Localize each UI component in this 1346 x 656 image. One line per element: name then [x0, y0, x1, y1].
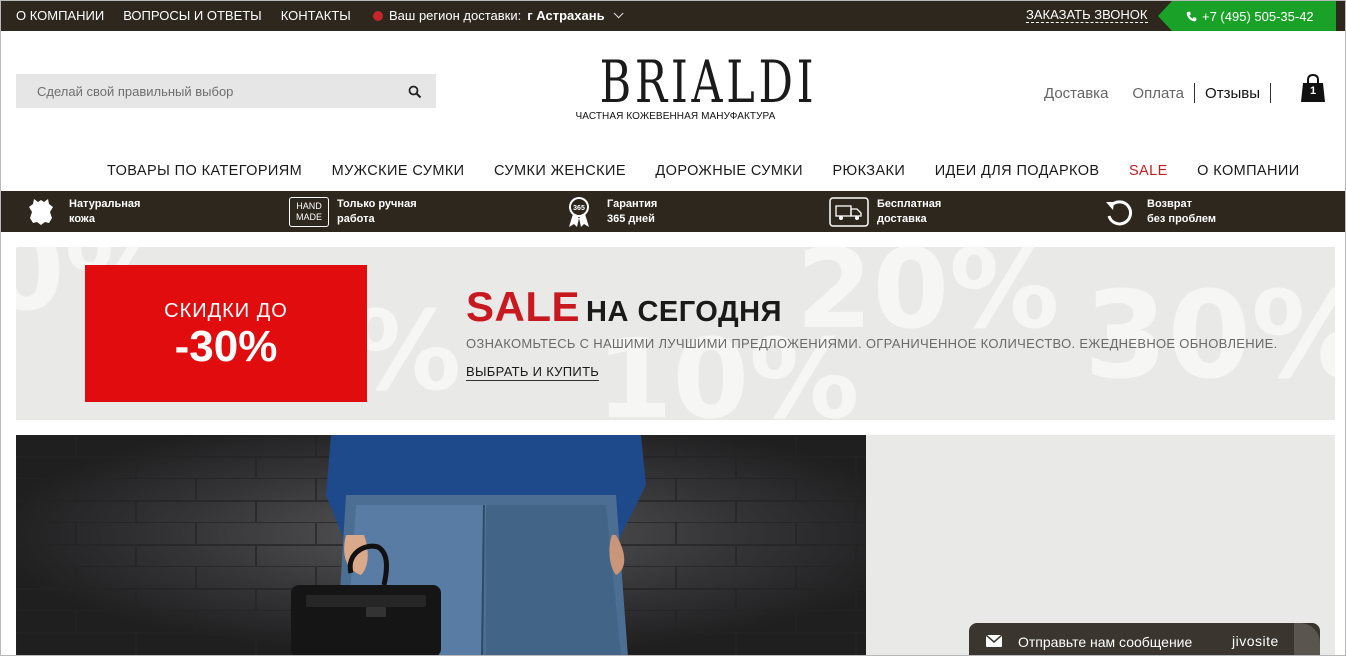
handmade-badge-line1: HAND [296, 201, 322, 211]
banner-bg-number: % [351, 287, 462, 415]
header-links: Доставка Оплата Отзывы [1044, 83, 1281, 103]
site-logo[interactable]: BRIALDI ЧАСТНАЯ КОЖЕВЕННАЯ МАНУФАКТУРА [573, 48, 818, 122]
top-nav-contacts[interactable]: КОНТАКТЫ [281, 8, 351, 23]
search-box [16, 74, 436, 108]
banner-cta-link[interactable]: ВЫБРАТЬ И КУПИТЬ [466, 364, 600, 381]
nav-sale[interactable]: SALE [1129, 163, 1168, 179]
page: О КОМПАНИИ ВОПРОСЫ И ОТВЕТЫ КОНТАКТЫ Ваш… [0, 0, 1346, 656]
feature-warranty: 365 Гарантия 365 дней [559, 197, 657, 227]
nav-about[interactable]: О КОМПАНИИ [1197, 163, 1299, 179]
link-reviews[interactable]: Отзывы [1205, 85, 1260, 102]
warranty-365-icon [569, 197, 589, 227]
feature-return-line2: без проблем [1147, 213, 1216, 225]
nav-mens-bags[interactable]: МУЖСКИЕ СУМКИ [332, 163, 465, 179]
cart-button[interactable]: 1 [1299, 73, 1327, 104]
link-payment[interactable]: Оплата [1132, 85, 1184, 102]
divider [1269, 83, 1271, 103]
chat-label: Отправьте нам сообщение [1018, 634, 1193, 650]
discount-value: -30% [174, 322, 278, 371]
feature-warranty-line2: 365 дней [607, 213, 655, 225]
feature-return: Возврат без проблем [1099, 197, 1216, 227]
nav-womens-bags[interactable]: СУМКИ ЖЕНСКИЕ [494, 163, 626, 179]
callback-link[interactable]: ЗАКАЗАТЬ ЗВОНОК [1026, 8, 1148, 23]
top-bar: О КОМПАНИИ ВОПРОСЫ И ОТВЕТЫ КОНТАКТЫ Ваш… [1, 1, 1345, 31]
banner-title-sale: SALE [466, 283, 581, 330]
handmade-badge-line2: MADE [295, 212, 322, 222]
feature-return-line1: Возврат [1147, 198, 1192, 210]
banner-title: SALE НА СЕГОДНЯ [466, 283, 782, 331]
chat-corner [1294, 623, 1320, 655]
logo-wordmark: BRIALDI [599, 48, 818, 116]
search-input[interactable] [16, 74, 386, 108]
features-bar: Натуральная кожа HAND MADE Только ручная ра… [1, 191, 1345, 232]
region-selector[interactable]: Ваш регион доставки: г Астрахань [373, 8, 624, 23]
main-nav: ТОВАРЫ ПО КАТЕГОРИЯМ МУЖСКИЕ СУМКИ СУМКИ… [107, 163, 1329, 179]
cart-count: 1 [1309, 85, 1317, 97]
search-icon[interactable] [408, 85, 422, 99]
phone-button[interactable]: +7 (495) 505-35-42 [1158, 1, 1336, 31]
phone-number: +7 (495) 505-35-42 [1202, 8, 1314, 24]
feature-leather-line2: кожа [69, 213, 95, 225]
leather-hide-icon [29, 199, 53, 225]
feature-warranty-line1: Гарантия [607, 198, 658, 210]
feature-leather: Натуральная кожа [21, 197, 140, 227]
divider [1194, 83, 1196, 103]
warranty-badge-text: 365 [573, 205, 585, 212]
nav-gift-ideas[interactable]: ИДЕИ ДЛЯ ПОДАРКОВ [935, 163, 1100, 179]
region-label: Ваш регион доставки: [389, 8, 522, 23]
nav-travel-bags[interactable]: ДОРОЖНЫЕ СУМКИ [655, 163, 803, 179]
discount-label: СКИДКИ ДО [164, 300, 288, 322]
chat-widget-button[interactable]: Отправьте нам сообщение jivosite [969, 623, 1320, 655]
feature-leather-line1: Натуральная [69, 198, 141, 210]
region-city[interactable]: г Астрахань [527, 8, 604, 23]
top-nav: О КОМПАНИИ ВОПРОСЫ И ОТВЕТЫ КОНТАКТЫ [16, 8, 351, 23]
nav-categories[interactable]: ТОВАРЫ ПО КАТЕГОРИЯМ [107, 163, 302, 179]
nav-backpacks[interactable]: РЮКЗАКИ [832, 163, 905, 179]
hero-photo [16, 435, 866, 655]
hero-image[interactable] [16, 435, 866, 655]
region-dot-icon [373, 10, 383, 21]
feature-handmade-line2: работа [337, 213, 375, 225]
feature-delivery: Бесплатная доставка [829, 197, 941, 227]
phone-icon [1186, 11, 1197, 21]
banner-description: ОЗНАКОМЬТЕСЬ С НАШИМИ ЛУЧШИМИ ПРЕДЛОЖЕНИ… [466, 336, 1278, 351]
link-delivery[interactable]: Доставка [1044, 85, 1108, 102]
top-nav-faq[interactable]: ВОПРОСЫ И ОТВЕТЫ [123, 8, 262, 23]
top-nav-about[interactable]: О КОМПАНИИ [16, 8, 104, 23]
feature-handmade: HAND MADE Только ручная работа [289, 197, 417, 227]
sale-banner[interactable]: 0% % 20% 30% 10% СКИДКИ ДО -30% SALEНА С… [16, 247, 1335, 420]
chevron-down-icon[interactable] [613, 8, 624, 19]
feature-delivery-line1: Бесплатная [877, 198, 942, 210]
return-arrow-icon [1106, 200, 1133, 226]
feature-handmade-line1: Только ручная [337, 198, 417, 210]
delivery-truck-icon [829, 197, 869, 227]
feature-delivery-line2: доставка [877, 213, 927, 225]
banner-title-rest: НА СЕГОДНЯ [586, 296, 782, 328]
discount-box: СКИДКИ ДО -30% [85, 265, 367, 402]
handmade-badge-icon: HAND MADE [289, 197, 329, 227]
jivosite-logo: jivosite [1232, 633, 1279, 649]
envelope-icon [986, 635, 1002, 647]
